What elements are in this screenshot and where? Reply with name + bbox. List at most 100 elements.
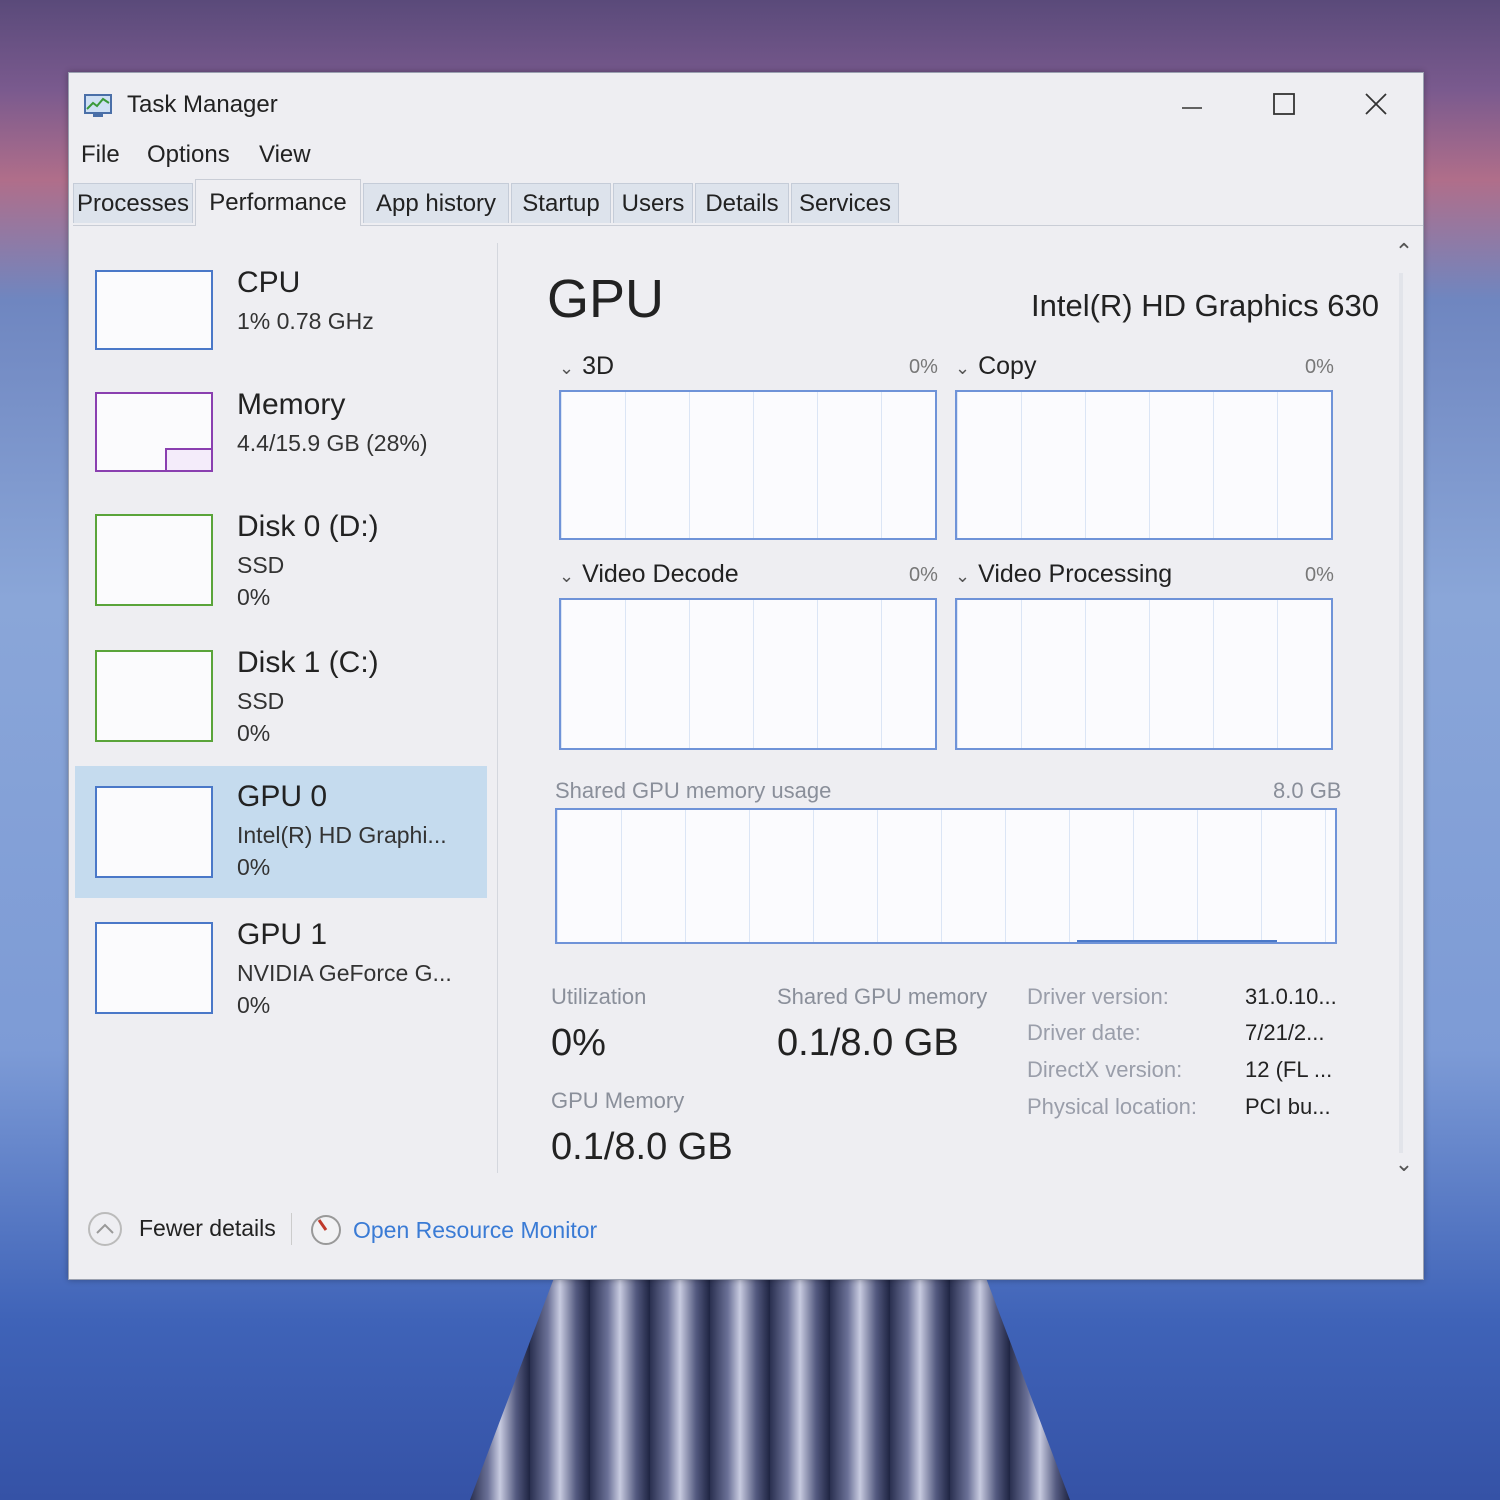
minimize-button[interactable] xyxy=(1163,83,1221,125)
gpu-detail-pane: GPU Intel(R) HD Graphics 630 ⌄ 3D 0% ⌄ Cop… xyxy=(499,228,1379,1188)
engine-graph-3d xyxy=(559,390,937,540)
engine-pct-video-processing: 0% xyxy=(1305,564,1334,586)
sidebar-item-detail: 1% 0.78 GHz xyxy=(237,308,374,334)
directx-version-label: DirectX version: xyxy=(1027,1057,1183,1082)
sidebar-item-usage: 0% xyxy=(237,854,271,880)
engine-selector-copy[interactable]: ⌄ Copy xyxy=(955,352,1036,381)
driver-version-label: Driver version: xyxy=(1027,984,1169,1009)
sidebar-item-detail: 4.4/15.9 GB (28%) xyxy=(237,430,428,456)
tab-startup[interactable]: Startup xyxy=(511,183,611,223)
maximize-icon xyxy=(1273,93,1295,115)
cpu-thumbnail-graph xyxy=(95,270,213,350)
sidebar-item-usage: 0% xyxy=(237,992,271,1018)
sidebar-item-disk-1[interactable]: Disk 1 (C:) SSD 0% xyxy=(75,640,487,770)
chevron-up-icon: ⌃ xyxy=(1394,239,1414,264)
physical-location-label: Physical location: xyxy=(1027,1094,1197,1119)
window-title: Task Manager xyxy=(127,91,278,118)
sidebar-item-gpu-0[interactable]: GPU 0 Intel(R) HD Graphi... 0% xyxy=(75,766,487,898)
scroll-up-button[interactable]: ⌃ xyxy=(1389,239,1419,269)
gpu-memory-label: GPU Memory xyxy=(551,1088,685,1113)
minimize-icon xyxy=(1182,107,1202,109)
chevron-down-icon: ⌄ xyxy=(559,358,575,378)
engine-pct-copy: 0% xyxy=(1305,356,1334,378)
fewer-details-button[interactable]: Fewer details xyxy=(139,1215,276,1242)
engine-pct-3d: 0% xyxy=(909,356,938,378)
maximize-button[interactable] xyxy=(1255,83,1313,125)
chevron-down-icon: ⌄ xyxy=(955,358,971,378)
pane-divider[interactable] xyxy=(497,243,498,1173)
engine-graph-copy xyxy=(955,390,1333,540)
scrollbar[interactable] xyxy=(1399,273,1403,1153)
tab-performance[interactable]: Performance xyxy=(195,179,361,226)
shared-memory-graph xyxy=(555,808,1337,944)
menu-options[interactable]: Options xyxy=(147,141,230,169)
page-title: GPU xyxy=(547,269,665,329)
engine-selector-video-decode[interactable]: ⌄ Video Decode xyxy=(559,560,739,589)
sidebar-item-name: GPU 1 xyxy=(237,918,328,951)
driver-date-label: Driver date: xyxy=(1027,1020,1141,1045)
tab-bar: Processes Performance App history Startu… xyxy=(73,179,1423,226)
shared-memory-label: Shared GPU memory xyxy=(777,984,988,1009)
task-manager-window: Task Manager File Options View Processes… xyxy=(68,72,1424,1280)
engine-pct-video-decode: 0% xyxy=(909,564,938,586)
sidebar-item-usage: 0% xyxy=(237,720,271,746)
collapse-circle-icon[interactable] xyxy=(87,1211,123,1247)
sidebar-item-model: Intel(R) HD Graphi... xyxy=(237,822,447,848)
shared-memory-graph-label: Shared GPU memory usage xyxy=(555,778,832,803)
open-resource-monitor-link[interactable]: Open Resource Monitor xyxy=(353,1217,597,1244)
shared-memory-usage-line xyxy=(1077,940,1277,942)
memory-thumbnail-graph xyxy=(95,392,213,472)
title-bar[interactable]: Task Manager xyxy=(69,73,1423,135)
engine-selector-3d[interactable]: ⌄ 3D xyxy=(559,352,614,381)
tab-users[interactable]: Users xyxy=(613,183,693,223)
chevron-down-icon: ⌄ xyxy=(559,566,575,586)
close-icon xyxy=(1365,93,1387,115)
sidebar-item-disk-0[interactable]: Disk 0 (D:) SSD 0% xyxy=(75,504,487,634)
sidebar-item-name: Memory xyxy=(237,388,346,421)
shared-memory-graph-max: 8.0 GB xyxy=(1273,778,1342,803)
gpu-model-name: Intel(R) HD Graphics 630 xyxy=(1030,288,1379,323)
sidebar-item-gpu-1[interactable]: GPU 1 NVIDIA GeForce G... 0% xyxy=(75,912,487,1042)
disk-1-thumbnail-graph xyxy=(95,650,213,742)
footer-separator xyxy=(291,1213,292,1245)
menu-bar: File Options View xyxy=(69,135,1423,177)
sidebar-item-usage: 0% xyxy=(237,584,271,610)
disk-0-thumbnail-graph xyxy=(95,514,213,606)
background-pier xyxy=(470,1278,1070,1500)
sidebar-item-type: SSD xyxy=(237,688,285,714)
sidebar-item-name: Disk 0 (D:) xyxy=(237,510,379,543)
tab-details[interactable]: Details xyxy=(695,183,789,223)
directx-version-value: 12 (FL ... xyxy=(1245,1057,1333,1082)
sidebar-item-cpu[interactable]: CPU 1% 0.78 GHz xyxy=(75,260,487,390)
sidebar-item-name: GPU 0 xyxy=(237,780,328,813)
menu-view[interactable]: View xyxy=(259,141,311,169)
engine-selector-video-processing[interactable]: ⌄ Video Processing xyxy=(955,560,1172,589)
engine-graph-video-decode xyxy=(559,598,937,750)
chevron-down-icon: ⌄ xyxy=(955,566,971,586)
menu-file[interactable]: File xyxy=(81,141,120,169)
shared-memory-value: 0.1/8.0 GB xyxy=(777,1022,959,1064)
gpu-1-thumbnail-graph xyxy=(95,922,213,1014)
physical-location-value: PCI bu... xyxy=(1245,1094,1331,1119)
driver-version-value: 31.0.10... xyxy=(1245,984,1337,1009)
utilization-value: 0% xyxy=(551,1022,606,1064)
tab-processes[interactable]: Processes xyxy=(73,183,193,223)
gpu-memory-value: 0.1/8.0 GB xyxy=(551,1126,733,1168)
sidebar-item-memory[interactable]: Memory 4.4/15.9 GB (28%) xyxy=(75,382,487,512)
tab-app-history[interactable]: App history xyxy=(363,183,509,223)
sidebar-item-name: Disk 1 (C:) xyxy=(237,646,379,679)
gpu-0-thumbnail-graph xyxy=(95,786,213,878)
driver-date-value: 7/21/2... xyxy=(1245,1020,1325,1045)
engine-graph-video-processing xyxy=(955,598,1333,750)
resource-monitor-icon xyxy=(311,1215,341,1245)
scroll-down-button[interactable]: ⌄ xyxy=(1389,1151,1419,1181)
resource-sidebar: CPU 1% 0.78 GHz Memory 4.4/15.9 GB (28%)… xyxy=(69,228,497,1188)
chevron-down-icon: ⌄ xyxy=(1394,1151,1414,1176)
close-button[interactable] xyxy=(1347,83,1405,125)
sidebar-item-name: CPU xyxy=(237,266,301,299)
tab-services[interactable]: Services xyxy=(791,183,899,223)
utilization-label: Utilization xyxy=(551,984,647,1009)
sidebar-item-type: SSD xyxy=(237,552,285,578)
footer: Fewer details Open Resource Monitor xyxy=(69,1203,1423,1263)
sidebar-item-model: NVIDIA GeForce G... xyxy=(237,960,452,986)
